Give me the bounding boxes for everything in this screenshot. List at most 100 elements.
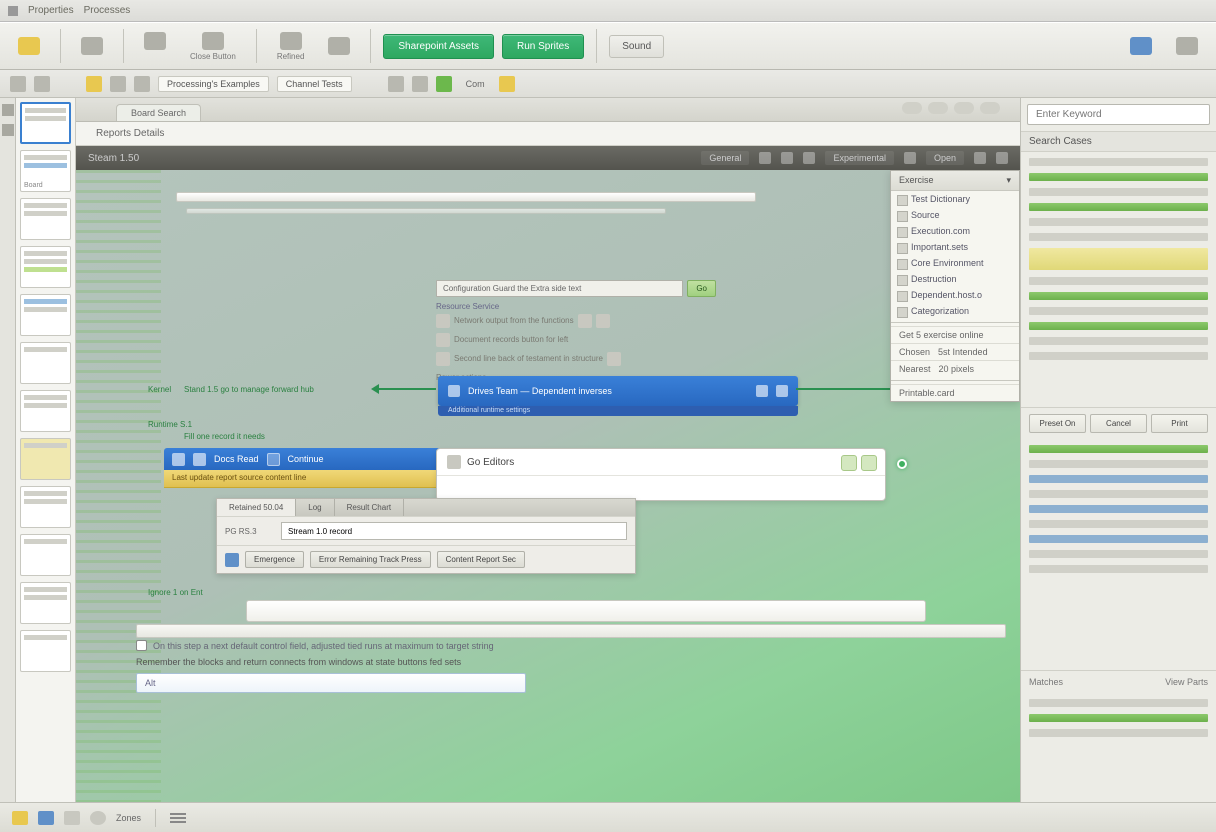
thumbnail[interactable] bbox=[20, 198, 71, 240]
result-line[interactable] bbox=[1029, 699, 1208, 707]
pill-icon[interactable] bbox=[980, 102, 1000, 114]
view-experimental[interactable]: Experimental bbox=[825, 151, 894, 165]
checkbox[interactable] bbox=[136, 640, 147, 651]
tab-result[interactable]: Result Chart bbox=[335, 499, 404, 516]
emergence-button[interactable]: Emergence bbox=[245, 551, 304, 568]
paste-icon[interactable] bbox=[436, 76, 452, 92]
tool-sync[interactable] bbox=[1168, 34, 1206, 58]
close-icon[interactable] bbox=[996, 152, 1008, 164]
action-icon[interactable] bbox=[841, 455, 857, 471]
tool-help[interactable] bbox=[1122, 34, 1160, 58]
folder-icon[interactable] bbox=[86, 76, 102, 92]
sharepoint-button[interactable]: Sharepoint Assets bbox=[383, 34, 494, 59]
result-line[interactable] bbox=[1029, 188, 1208, 196]
arrow-icon[interactable] bbox=[10, 76, 26, 92]
thumbnail[interactable] bbox=[20, 534, 71, 576]
thumbnail[interactable] bbox=[20, 582, 71, 624]
primary-task-bar[interactable]: Drives Team — Dependent inverses Additio… bbox=[438, 376, 798, 406]
action-icon[interactable] bbox=[596, 314, 610, 328]
result-line[interactable] bbox=[1029, 550, 1208, 558]
result-line[interactable] bbox=[1029, 203, 1208, 211]
menu-icon[interactable] bbox=[170, 813, 186, 823]
run-button[interactable]: Run Sprites bbox=[502, 34, 584, 59]
result-line[interactable] bbox=[1029, 218, 1208, 226]
result-line[interactable] bbox=[1029, 352, 1208, 360]
action-icon[interactable] bbox=[861, 455, 877, 471]
thumbnail[interactable] bbox=[20, 246, 71, 288]
palette-item[interactable]: Categorization bbox=[891, 303, 1019, 319]
status-icon[interactable] bbox=[38, 811, 54, 825]
tool-settings[interactable] bbox=[320, 34, 358, 58]
result-line[interactable] bbox=[1029, 322, 1208, 330]
print-button[interactable]: Print bbox=[1151, 414, 1208, 433]
tool-new[interactable] bbox=[10, 34, 48, 58]
docs-continue[interactable]: Continue bbox=[288, 454, 324, 464]
view-icon[interactable] bbox=[781, 152, 793, 164]
result-line[interactable] bbox=[1029, 490, 1208, 498]
result-line[interactable] bbox=[1029, 337, 1208, 345]
more-icon[interactable] bbox=[776, 385, 788, 397]
go-button[interactable]: Go bbox=[687, 280, 716, 297]
config-input[interactable]: Configuration Guard the Extra side text bbox=[436, 280, 683, 297]
clock-icon[interactable] bbox=[90, 811, 106, 825]
copy-icon[interactable] bbox=[412, 76, 428, 92]
result-line[interactable] bbox=[1029, 248, 1208, 270]
thumbnail[interactable] bbox=[20, 630, 71, 672]
result-line[interactable] bbox=[1029, 565, 1208, 573]
action-icon[interactable] bbox=[607, 352, 621, 366]
thumbnail[interactable] bbox=[20, 342, 71, 384]
view-icon[interactable] bbox=[759, 152, 771, 164]
view-open[interactable]: Open bbox=[926, 151, 964, 165]
palette-item[interactable]: Dependent.host.o bbox=[891, 287, 1019, 303]
report-button[interactable]: Content Report Sec bbox=[437, 551, 525, 568]
preset-button[interactable]: Preset On bbox=[1029, 414, 1086, 433]
tab-retained[interactable]: Retained 50.04 bbox=[217, 499, 296, 516]
result-line[interactable] bbox=[1029, 729, 1208, 737]
status-icon[interactable] bbox=[64, 811, 80, 825]
result-line[interactable] bbox=[1029, 173, 1208, 181]
result-line[interactable] bbox=[1029, 233, 1208, 241]
cut-icon[interactable] bbox=[388, 76, 404, 92]
error-button[interactable]: Error Remaining Track Press bbox=[310, 551, 431, 568]
result-line[interactable] bbox=[1029, 158, 1208, 166]
result-line[interactable] bbox=[1029, 505, 1208, 513]
thumbnail[interactable]: Board bbox=[20, 150, 71, 192]
result-line[interactable] bbox=[1029, 445, 1208, 453]
result-line[interactable] bbox=[1029, 475, 1208, 483]
view-icon[interactable] bbox=[974, 152, 986, 164]
palette-item[interactable]: Core Environment bbox=[891, 255, 1019, 271]
palette-item[interactable]: Test Dictionary bbox=[891, 191, 1019, 207]
result-line[interactable] bbox=[1029, 460, 1208, 468]
note-icon[interactable] bbox=[499, 76, 515, 92]
pill-icon[interactable] bbox=[902, 102, 922, 114]
info-icon[interactable] bbox=[756, 385, 768, 397]
palette-header[interactable]: Exercise▾ bbox=[891, 171, 1019, 191]
pill-icon[interactable] bbox=[954, 102, 974, 114]
cancel-button[interactable]: Cancel bbox=[1090, 414, 1147, 433]
result-line[interactable] bbox=[1029, 714, 1208, 722]
result-line[interactable] bbox=[1029, 277, 1208, 285]
diagram-canvas[interactable]: Configuration Guard the Extra side text … bbox=[76, 170, 1020, 802]
view-icon[interactable] bbox=[904, 152, 916, 164]
alt-input[interactable] bbox=[136, 673, 526, 693]
sound-button[interactable]: Sound bbox=[609, 35, 664, 58]
nav-icon[interactable] bbox=[110, 76, 126, 92]
result-line[interactable] bbox=[1029, 535, 1208, 543]
docs-panel-header[interactable]: Docs Read Continue bbox=[164, 448, 474, 470]
view-general[interactable]: General bbox=[701, 151, 749, 165]
palette-item[interactable]: Destruction bbox=[891, 271, 1019, 287]
status-icon[interactable] bbox=[12, 811, 28, 825]
search-input[interactable] bbox=[1027, 104, 1210, 125]
doc-icon[interactable] bbox=[134, 76, 150, 92]
breadcrumb-field[interactable]: Processing's Examples bbox=[158, 76, 269, 92]
chevron-down-icon[interactable]: ▾ bbox=[1006, 175, 1011, 186]
result-line[interactable] bbox=[1029, 292, 1208, 300]
palette-item[interactable]: Execution.com bbox=[891, 223, 1019, 239]
result-line[interactable] bbox=[1029, 520, 1208, 528]
thumbnail[interactable] bbox=[20, 486, 71, 528]
hand-tool[interactable] bbox=[2, 124, 14, 136]
tool-grid[interactable] bbox=[136, 29, 174, 64]
result-line[interactable] bbox=[1029, 307, 1208, 315]
thumbnail[interactable] bbox=[20, 102, 71, 144]
tab-log[interactable]: Log bbox=[296, 499, 334, 516]
